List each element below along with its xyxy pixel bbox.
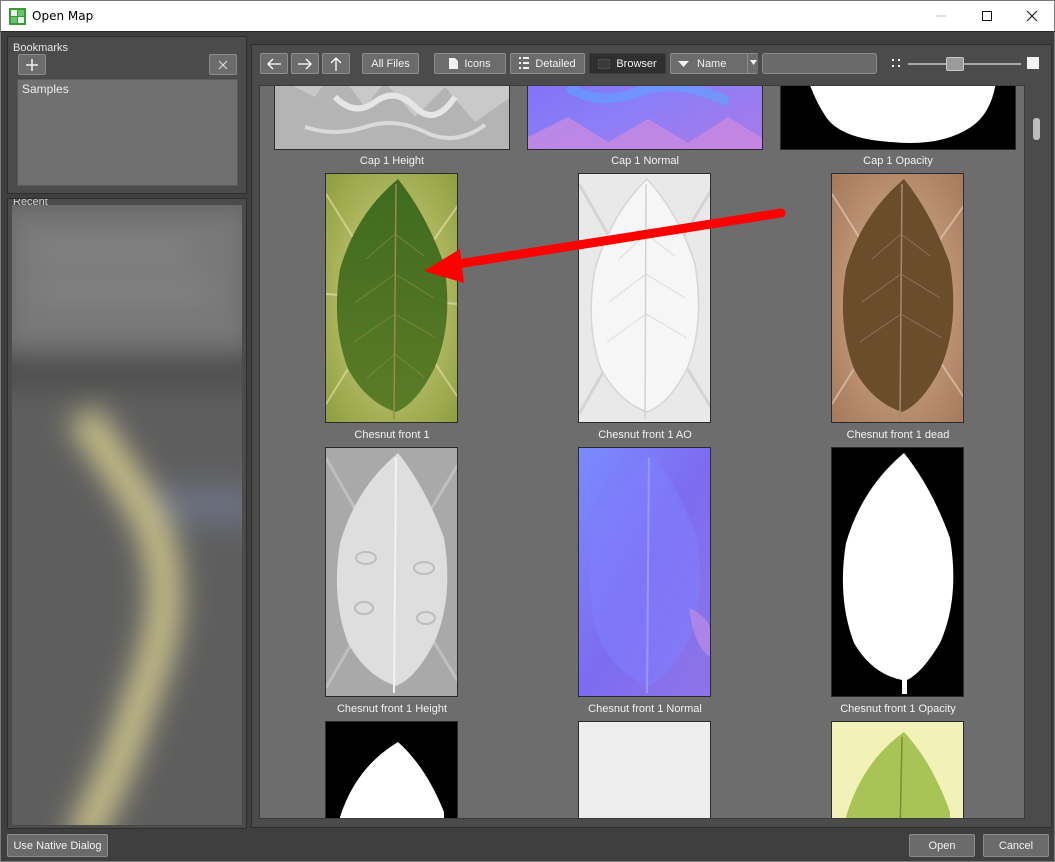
maximize-button[interactable]	[964, 1, 1010, 31]
file-caption: Cap 1 Height	[359, 155, 425, 167]
file-caption: Chesnut front 1 dead	[846, 429, 950, 441]
file-caption: Cap 1 Normal	[611, 155, 679, 167]
list-icon	[519, 57, 530, 69]
zoom-slider[interactable]	[892, 54, 1040, 74]
file-caption: Cap 1 Opacity	[863, 155, 933, 167]
file-thumbnail-chesnut-front-1[interactable]	[325, 173, 458, 423]
cancel-label: Cancel	[998, 839, 1034, 852]
forward-button[interactable]	[291, 53, 319, 74]
bookmarks-title: Bookmarks	[13, 42, 69, 54]
file-thumbnail-row4-color[interactable]	[831, 721, 964, 818]
use-native-dialog-button[interactable]: Use Native Dialog	[7, 834, 108, 857]
file-thumbnail-chesnut-front-1-opacity[interactable]	[831, 447, 964, 697]
recent-panel: Recent	[7, 198, 247, 829]
search-input[interactable]	[762, 53, 877, 74]
bookmarks-panel: Bookmarks Samples	[7, 36, 247, 194]
sort-direction-icon	[678, 61, 689, 67]
large-square-icon	[1027, 57, 1039, 69]
zoom-slider-handle[interactable]	[946, 57, 964, 71]
dialog-body: Bookmarks Samples Recent All Files Icons…	[0, 31, 1055, 862]
maximize-icon	[982, 11, 992, 21]
arrow-up-icon	[330, 56, 342, 71]
close-icon	[218, 60, 228, 69]
file-thumbnail-chesnut-front-1-normal[interactable]	[578, 447, 711, 697]
sort-select[interactable]: Name	[670, 53, 758, 74]
small-grid-icon	[892, 59, 900, 67]
plus-icon	[26, 58, 38, 71]
scrollbar-thumb[interactable]	[1033, 118, 1040, 140]
arrow-left-icon	[267, 58, 281, 69]
recent-list-blurred[interactable]	[12, 205, 242, 825]
file-caption: Chesnut front 1 Opacity	[840, 703, 956, 715]
file-browser-panel: All Files Icons Detailed Browser Name Ca…	[251, 44, 1052, 828]
title-bar: Open Map	[0, 0, 1055, 31]
browser-view-button[interactable]: Browser	[589, 53, 666, 74]
all-files-label: All Files	[371, 57, 410, 70]
file-thumbnail-cap-1-normal[interactable]	[527, 86, 763, 150]
chevron-down-icon	[750, 60, 757, 65]
bookmarks-list[interactable]: Samples	[17, 79, 238, 186]
file-thumbnail-chesnut-front-1-ao[interactable]	[578, 173, 711, 423]
back-button[interactable]	[260, 53, 288, 74]
left-column: Bookmarks Samples Recent	[7, 36, 247, 829]
file-caption: Chesnut front 1 Height	[336, 703, 448, 715]
use-native-dialog-label: Use Native Dialog	[13, 839, 102, 852]
file-icon	[449, 58, 459, 69]
file-thumbnail-chesnut-front-1-height[interactable]	[325, 447, 458, 697]
thumbnail-grid[interactable]: Cap 1 Height Cap 1 Normal Cap 1 Opacity …	[259, 85, 1025, 819]
minimize-button[interactable]	[918, 1, 964, 31]
file-thumbnail-chesnut-front-1-dead[interactable]	[831, 173, 964, 423]
arrow-right-icon	[298, 58, 312, 69]
icons-view-button[interactable]: Icons	[434, 53, 506, 74]
detailed-view-button[interactable]: Detailed	[510, 53, 585, 74]
minimize-icon	[936, 15, 946, 17]
browser-view-label: Browser	[616, 57, 657, 70]
window-title: Open Map	[32, 9, 94, 23]
file-thumbnail-cap-1-height[interactable]	[274, 86, 510, 150]
file-thumbnail-row4-ao[interactable]	[578, 721, 711, 818]
add-bookmark-button[interactable]	[18, 54, 46, 75]
close-icon	[1026, 10, 1038, 22]
image-icon	[598, 58, 611, 69]
app-icon	[9, 8, 26, 25]
file-caption: Chesnut front 1 AO	[598, 429, 692, 441]
detailed-view-label: Detailed	[535, 57, 576, 70]
open-button[interactable]: Open	[909, 834, 975, 857]
sort-dropdown-toggle[interactable]	[747, 54, 758, 73]
open-label: Open	[928, 839, 956, 852]
remove-bookmark-button[interactable]	[209, 54, 237, 75]
up-button[interactable]	[322, 53, 350, 74]
bookmark-item-samples[interactable]: Samples	[22, 82, 69, 96]
file-thumbnail-cap-1-opacity[interactable]	[780, 86, 1016, 150]
sort-value: Name	[697, 58, 727, 70]
icons-view-label: Icons	[464, 57, 491, 70]
file-caption: Chesnut front 1	[354, 429, 430, 441]
cancel-button[interactable]: Cancel	[983, 834, 1049, 857]
zoom-slider-track[interactable]	[908, 63, 1021, 65]
all-files-button[interactable]: All Files	[362, 53, 419, 74]
file-caption: Chesnut front 1 Normal	[588, 703, 702, 715]
thumbnail-scrollbar[interactable]	[1029, 85, 1045, 819]
close-button[interactable]	[1009, 1, 1055, 31]
file-thumbnail-row4-opacity[interactable]	[325, 721, 458, 818]
